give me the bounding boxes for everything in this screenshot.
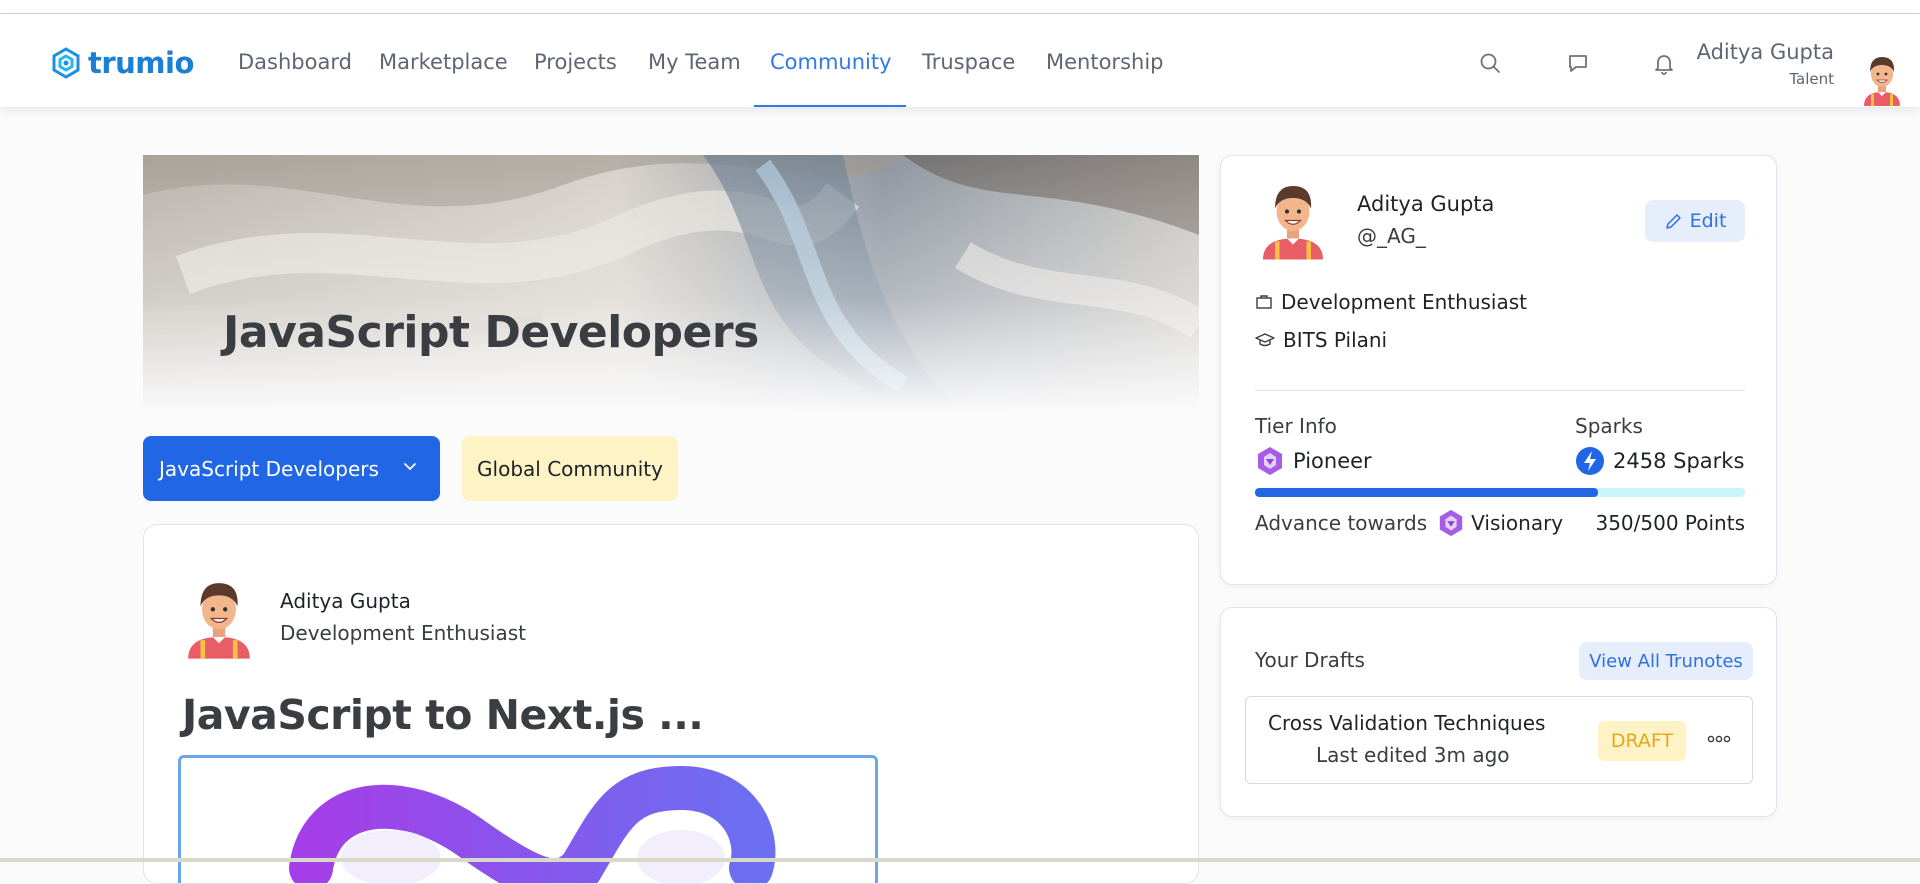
- post-title[interactable]: JavaScript to Next.js ...: [182, 691, 704, 739]
- sparks-value-text: 2458 Sparks: [1613, 449, 1745, 473]
- tier-progress-bar: [1255, 488, 1745, 497]
- window-top-border: [0, 0, 1920, 14]
- bell-icon[interactable]: [1652, 51, 1676, 75]
- user-role: Talent: [1789, 70, 1834, 88]
- global-community-label: Global Community: [477, 456, 663, 481]
- post-cover-image[interactable]: [178, 755, 878, 883]
- trumio-logo-icon: [52, 47, 80, 79]
- profile-school-text: BITS Pilani: [1283, 328, 1388, 352]
- brand-name: trumio: [88, 46, 194, 80]
- view-all-trunotes-button[interactable]: View All Trunotes: [1579, 642, 1753, 680]
- profile-headline: Development Enthusiast: [1255, 290, 1527, 314]
- advance-row: Advance towards Visionary 350/500 Points: [1255, 509, 1745, 537]
- nav-community[interactable]: Community: [770, 50, 892, 74]
- advance-target: Visionary: [1471, 511, 1564, 535]
- visionary-badge-icon: [1439, 509, 1463, 537]
- chevron-down-icon: [404, 463, 416, 471]
- tier-value: Pioneer: [1255, 446, 1372, 476]
- active-tab-indicator: [754, 105, 906, 107]
- chat-icon[interactable]: [1566, 51, 1590, 75]
- post-author-role: Development Enthusiast: [280, 621, 526, 645]
- banner-background-image: [143, 155, 1199, 415]
- edit-label: Edit: [1689, 210, 1727, 232]
- nav-truspace[interactable]: Truspace: [922, 50, 1015, 74]
- community-banner: JavaScript Developers: [143, 155, 1199, 415]
- sparks-value: 2458 Sparks: [1575, 446, 1744, 476]
- tier-progress-fill: [1255, 488, 1598, 497]
- search-icon[interactable]: [1478, 51, 1502, 75]
- tier-value-text: Pioneer: [1293, 449, 1372, 473]
- trumio-logo[interactable]: trumio: [50, 46, 194, 80]
- community-select-dropdown[interactable]: JavaScript Developers: [143, 436, 440, 501]
- nav-dashboard[interactable]: Dashboard: [238, 50, 352, 74]
- draft-last-edited: Last edited 3m ago: [1316, 743, 1510, 767]
- nav-my-team[interactable]: My Team: [648, 50, 741, 74]
- nav-mentorship[interactable]: Mentorship: [1046, 50, 1163, 74]
- draft-list-item[interactable]: Cross Validation Techniques Last edited …: [1245, 696, 1753, 784]
- profile-headline-text: Development Enthusiast: [1281, 290, 1527, 314]
- community-title: JavaScript Developers: [223, 307, 759, 358]
- user-avatar[interactable]: [1858, 52, 1906, 106]
- global-community-button[interactable]: Global Community: [462, 436, 678, 501]
- top-navbar: trumio Dashboard Marketplace Projects My…: [0, 14, 1920, 107]
- pencil-icon: [1665, 214, 1681, 229]
- community-select-label: JavaScript Developers: [159, 456, 379, 481]
- tier-info-label: Tier Info: [1255, 414, 1337, 438]
- nav-marketplace[interactable]: Marketplace: [379, 50, 508, 74]
- more-options-icon[interactable]: [1706, 729, 1732, 749]
- draft-status-badge: DRAFT: [1598, 721, 1686, 761]
- briefcase-icon: [1256, 295, 1272, 309]
- draft-name[interactable]: Cross Validation Techniques: [1268, 711, 1545, 735]
- graduation-cap-icon: [1255, 333, 1275, 347]
- pioneer-badge-icon: [1258, 447, 1282, 475]
- drafts-card: Your Drafts View All Trunotes Cross Vali…: [1220, 607, 1777, 817]
- drafts-title: Your Drafts: [1255, 648, 1365, 672]
- post-author-avatar[interactable]: [182, 575, 256, 659]
- advance-points: 350/500 Points: [1595, 511, 1745, 535]
- edit-profile-button[interactable]: Edit: [1645, 200, 1745, 242]
- post-card: Aditya Gupta Development Enthusiast Java…: [143, 524, 1199, 884]
- user-name[interactable]: Aditya Gupta: [1697, 40, 1834, 64]
- profile-handle: @_AG_: [1357, 224, 1426, 248]
- infinity-logo-image: [289, 765, 776, 883]
- window-bottom-border: [0, 858, 1920, 862]
- profile-name: Aditya Gupta: [1357, 192, 1495, 216]
- profile-card: Aditya Gupta @_AG_ Edit Development Enth…: [1220, 155, 1777, 585]
- profile-divider: [1255, 390, 1745, 391]
- sparks-label: Sparks: [1575, 414, 1643, 438]
- advance-prefix: Advance towards: [1255, 511, 1428, 535]
- nav-projects[interactable]: Projects: [534, 50, 617, 74]
- post-author-name[interactable]: Aditya Gupta: [280, 589, 411, 613]
- lightning-bolt-icon: [1576, 447, 1604, 475]
- profile-school: BITS Pilani: [1255, 328, 1387, 352]
- profile-avatar[interactable]: [1257, 178, 1329, 260]
